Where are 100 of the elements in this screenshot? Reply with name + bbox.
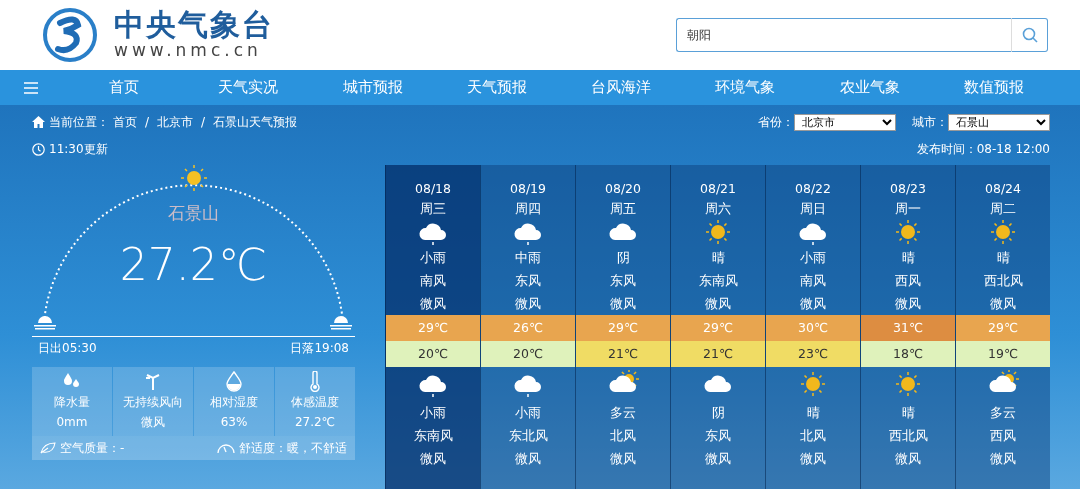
- forecast-text: 微风: [704, 450, 732, 468]
- breadcrumb-link[interactable]: 首页: [113, 113, 137, 131]
- logo-url: www.nmc.cn: [114, 39, 263, 61]
- forecast-weekday: 周四: [514, 200, 542, 218]
- clock-icon: [32, 142, 45, 156]
- forecast-weekday: 周六: [704, 200, 732, 218]
- leaf-icon: [40, 441, 56, 454]
- select-label: 城市：: [912, 114, 948, 131]
- menu-icon[interactable]: [24, 81, 38, 94]
- forecast-text: 北风: [799, 427, 827, 445]
- breadcrumb-current: 石景山天气预报: [213, 114, 298, 131]
- stat-value: 0mm: [55, 414, 89, 432]
- forecast-day-column[interactable]: 08/22 周日 小雨 南风 微风 30℃ 23℃ 晴 北风 微风: [765, 165, 860, 489]
- forecast-text: 东风: [609, 272, 637, 290]
- forecast-weekday: 周五: [609, 200, 637, 218]
- forecast-weekday: 周日: [799, 200, 827, 218]
- forecast-text: 晴: [805, 404, 821, 422]
- forecast-weekday: 周二: [989, 200, 1017, 218]
- breadcrumb-link[interactable]: 北京市: [157, 113, 194, 131]
- forecast-day-column[interactable]: 08/19 周四 中雨 东风 微风 26℃ 20℃ 小雨 东北风 微风: [480, 165, 575, 489]
- low-temperature: 20℃: [481, 341, 575, 367]
- forecast-text: 东风: [514, 272, 542, 290]
- forecast-text: 西风: [989, 427, 1017, 445]
- high-temperature: 30℃: [766, 315, 860, 341]
- forecast-text: 东南风: [697, 272, 739, 290]
- forecast-text: 微风: [704, 295, 732, 313]
- forecast-text: 小雨: [799, 249, 827, 267]
- search-field[interactable]: 朝阳: [676, 18, 1012, 52]
- forecast-text: 小雨: [419, 249, 447, 267]
- forecast-text: 西北风: [887, 427, 929, 445]
- forecast-text: 西北风: [982, 272, 1024, 290]
- forecast-text: 晴: [900, 249, 916, 267]
- low-temperature: 21℃: [671, 341, 765, 367]
- stat-value: 63%: [219, 414, 249, 432]
- forecast-text: 微风: [609, 295, 637, 313]
- breadcrumb-separator: /: [145, 114, 150, 131]
- forecast-text: 南风: [419, 272, 447, 290]
- forecast-text: 东北风: [507, 427, 549, 445]
- forecast-text: 阴: [615, 249, 631, 267]
- forecast-text: 微风: [989, 450, 1017, 468]
- breadcrumb-label: 当前位置：: [49, 114, 109, 131]
- forecast-text: 北风: [609, 427, 637, 445]
- forecast-day-column[interactable]: 08/23 周一 晴 西风 微风 31℃ 18℃ 晴 西北风 微风: [860, 165, 955, 489]
- low-temperature: 20℃: [386, 341, 480, 367]
- high-temperature: 29℃: [956, 315, 1050, 341]
- sunset-time: 日落19:08: [290, 340, 349, 357]
- forecast-text: 晴: [710, 249, 726, 267]
- publish-time: 发布时间：08-18 12:00: [916, 141, 1050, 158]
- high-temperature: 29℃: [671, 315, 765, 341]
- forecast-text: 中雨: [514, 249, 542, 267]
- search-button[interactable]: [1012, 18, 1048, 52]
- search-icon: [1021, 27, 1038, 43]
- forecast-text: 微风: [609, 450, 637, 468]
- city-name: 石景山: [168, 202, 219, 225]
- forecast-text: 阴: [710, 404, 726, 422]
- forecast-day-column[interactable]: 08/20 周五 阴 东风 微风 29℃ 21℃ 多云 北风 微风: [575, 165, 670, 489]
- forecast-text: 微风: [894, 450, 922, 468]
- update-time: 11:30更新: [49, 141, 108, 158]
- forecast-date: 08/22: [794, 180, 832, 198]
- forecast-text: 东风: [704, 427, 732, 445]
- forecast-text: 晴: [995, 249, 1011, 267]
- forecast-date: 08/24: [984, 180, 1022, 198]
- forecast-text: 多云: [989, 404, 1017, 422]
- forecast-date: 08/23: [889, 180, 927, 198]
- dropdown-select[interactable]: 石景山: [948, 113, 1050, 131]
- stat-value: 微风: [140, 414, 166, 432]
- low-temperature: 21℃: [576, 341, 670, 367]
- forecast-weekday: 周一: [894, 200, 922, 218]
- logo-title: 中央气象台: [114, 9, 274, 40]
- forecast-date: 08/20: [604, 180, 642, 198]
- stat-label: 无持续风向: [122, 394, 184, 411]
- forecast-text: 微风: [799, 450, 827, 468]
- comfort-level: 舒适度：暖，不舒适: [239, 439, 347, 457]
- forecast-text: 西风: [894, 272, 922, 290]
- low-temperature: 23℃: [766, 341, 860, 367]
- high-temperature: 29℃: [576, 315, 670, 341]
- current-temperature: 27.2℃: [119, 242, 268, 287]
- forecast-day-column[interactable]: 08/18 周三 小雨 南风 微风 29℃ 20℃ 小雨 东南风 微风: [385, 165, 480, 489]
- forecast-text: 南风: [799, 272, 827, 290]
- forecast-text: 微风: [514, 450, 542, 468]
- high-temperature: 31℃: [861, 315, 955, 341]
- breadcrumb-separator: /: [201, 114, 206, 131]
- home-icon: [32, 116, 45, 128]
- forecast-text: 微风: [799, 295, 827, 313]
- forecast-text: 微风: [419, 295, 447, 313]
- select-label: 省份：: [758, 114, 794, 131]
- dropdown-select[interactable]: 北京市: [794, 113, 896, 131]
- forecast-text: 微风: [514, 295, 542, 313]
- forecast-date: 08/19: [509, 180, 547, 198]
- forecast-text: 多云: [609, 404, 637, 422]
- forecast-day-column[interactable]: 08/24 周二 晴 西北风 微风 29℃ 19℃ 多云 西风 微风: [955, 165, 1050, 489]
- high-temperature: 29℃: [386, 315, 480, 341]
- forecast-text: 晴: [900, 404, 916, 422]
- forecast-text: 小雨: [514, 404, 542, 422]
- low-temperature: 19℃: [956, 341, 1050, 367]
- forecast-day-column[interactable]: 08/21 周六 晴 东南风 微风 29℃ 21℃ 阴 东风 微风: [670, 165, 765, 489]
- stat-value: 27.2℃: [293, 414, 337, 432]
- logo-icon: [42, 7, 98, 63]
- stat-label: 相对湿度: [209, 394, 259, 411]
- high-temperature: 26℃: [481, 315, 575, 341]
